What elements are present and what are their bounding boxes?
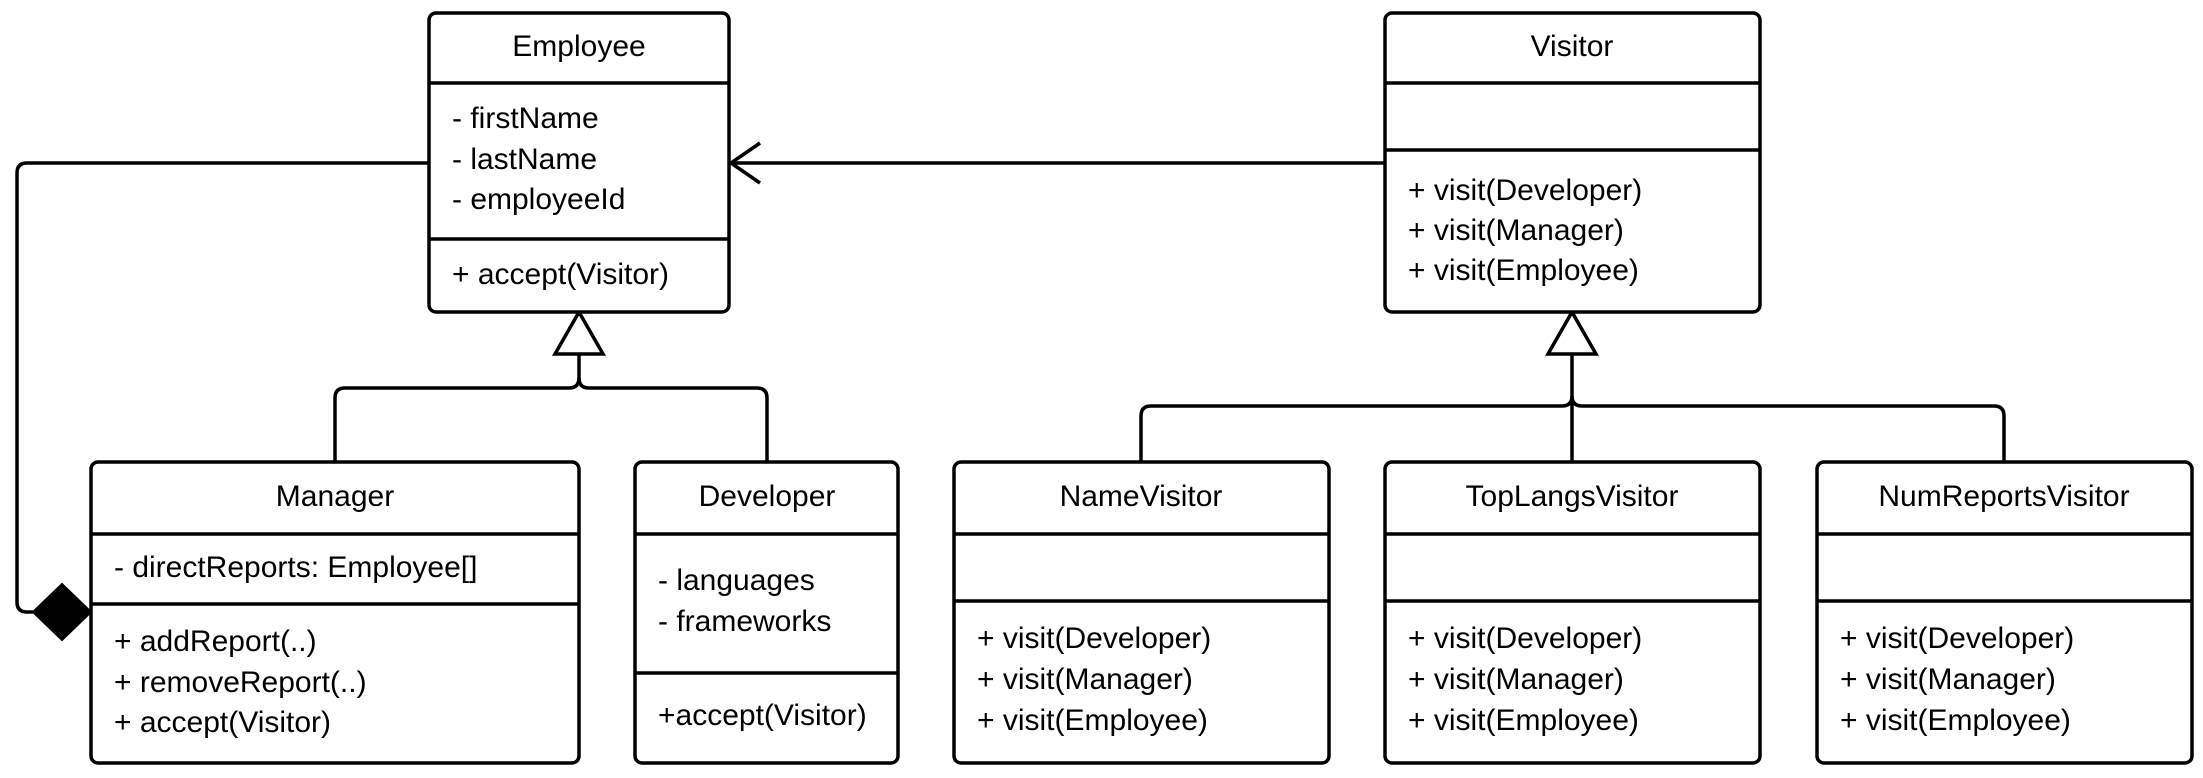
- association-visitor-employee: [727, 141, 1385, 185]
- attribute: - frameworks: [658, 605, 831, 638]
- method: + visit(Manager): [1840, 663, 2056, 696]
- filled-diamond-icon: [31, 582, 93, 642]
- class-name: Employee: [512, 30, 645, 63]
- method: + removeReport(..): [114, 666, 367, 699]
- class-top-langs-visitor[interactable]: TopLangsVisitor + visit(Developer) + vis…: [1383, 460, 1762, 765]
- class-name: TopLangsVisitor: [1466, 480, 1679, 513]
- class-name: NameVisitor: [1060, 480, 1223, 513]
- method: + addReport(..): [114, 625, 317, 658]
- method: + visit(Developer): [977, 622, 1211, 655]
- class-name: Manager: [276, 480, 394, 513]
- hollow-triangle-icon: [1544, 308, 1600, 356]
- class-name: Developer: [699, 480, 836, 513]
- method: + visit(Manager): [1408, 214, 1624, 247]
- method: + visit(Manager): [1408, 663, 1624, 696]
- method: + accept(Visitor): [114, 706, 331, 739]
- generalization-employee: [333, 308, 769, 462]
- method: + visit(Employee): [1840, 704, 2071, 737]
- class-developer[interactable]: Developer - languages - frameworks +acce…: [633, 460, 900, 765]
- generalization-visitor: [1139, 308, 2006, 462]
- attribute: - firstName: [452, 102, 599, 135]
- method: + visit(Developer): [1840, 622, 2074, 655]
- attribute: - directReports: Employee[]: [114, 551, 477, 584]
- attribute: - languages: [658, 564, 815, 597]
- method: + visit(Developer): [1408, 622, 1642, 655]
- method: +accept(Visitor): [658, 699, 867, 732]
- method: + visit(Employee): [1408, 254, 1639, 287]
- method: + visit(Manager): [977, 663, 1193, 696]
- hollow-triangle-icon: [551, 308, 607, 356]
- class-name: Visitor: [1531, 30, 1614, 63]
- method: + visit(Employee): [977, 704, 1208, 737]
- class-num-reports-visitor[interactable]: NumReportsVisitor + visit(Developer) + v…: [1815, 460, 2194, 765]
- class-employee[interactable]: Employee - firstName - lastName - employ…: [427, 11, 731, 314]
- attribute: - employeeId: [452, 183, 625, 216]
- uml-class-diagram: Employee - firstName - lastName - employ…: [15, 11, 2194, 765]
- attribute: - lastName: [452, 143, 597, 176]
- method: + visit(Developer): [1408, 174, 1642, 207]
- class-manager[interactable]: Manager - directReports: Employee[] + ad…: [89, 460, 581, 765]
- method: + accept(Visitor): [452, 258, 669, 291]
- class-visitor[interactable]: Visitor + visit(Developer) + visit(Manag…: [1383, 11, 1762, 314]
- method: + visit(Employee): [1408, 704, 1639, 737]
- class-name-visitor[interactable]: NameVisitor + visit(Developer) + visit(M…: [952, 460, 1331, 765]
- class-name: NumReportsVisitor: [1878, 480, 2129, 513]
